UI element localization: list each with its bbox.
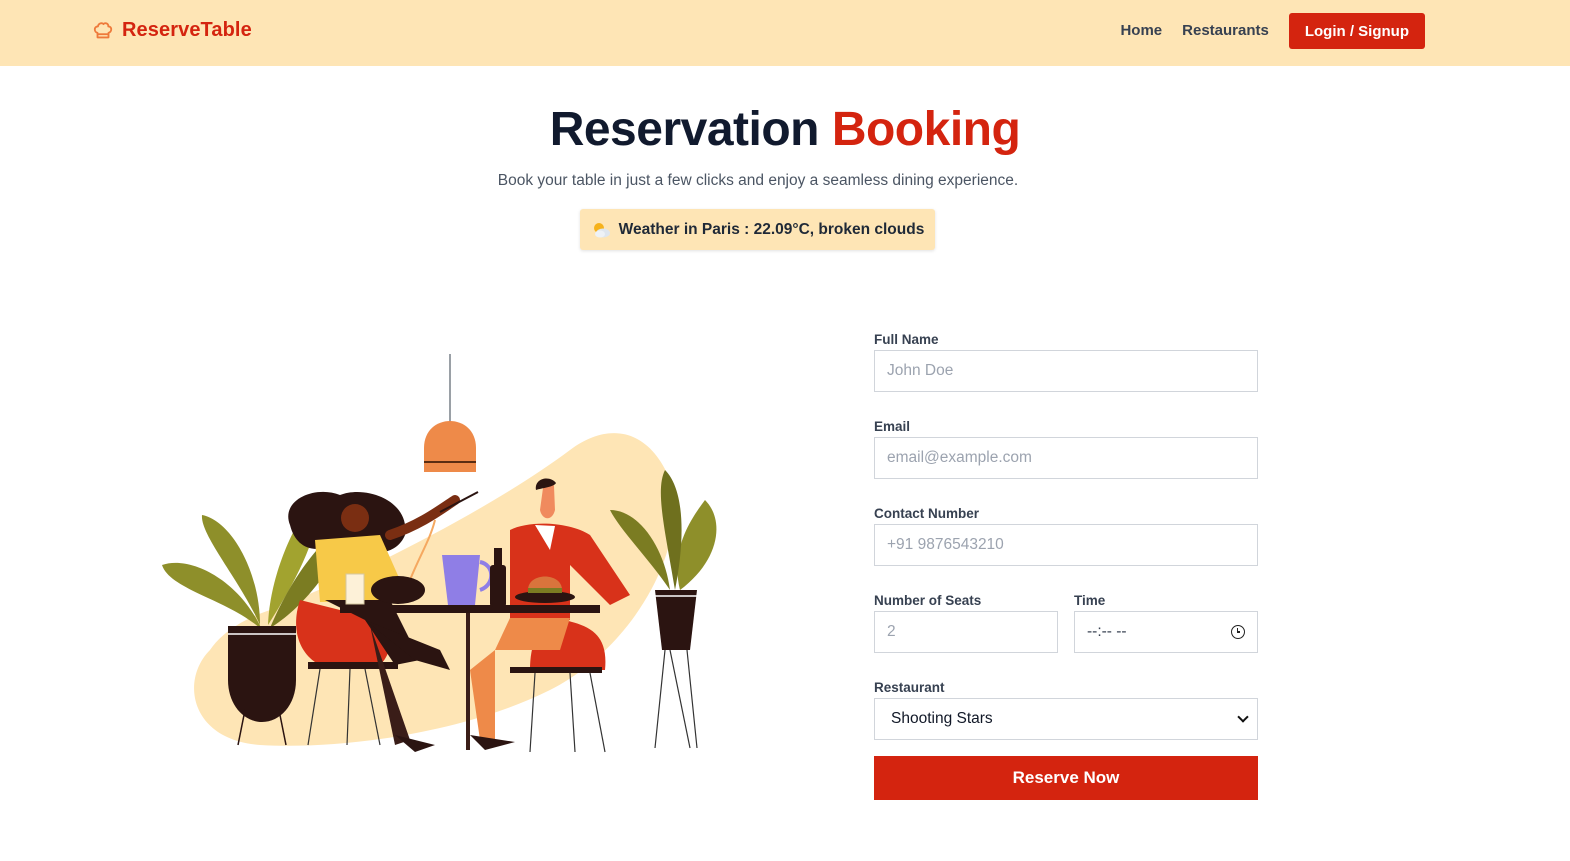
nav-restaurants-link[interactable]: Restaurants	[1182, 13, 1269, 49]
full-name-input[interactable]: John Doe	[874, 350, 1258, 392]
reserve-now-button[interactable]: Reserve Now	[874, 756, 1258, 800]
main-nav: Home Restaurants Login / Signup	[1120, 13, 1425, 49]
weather-badge: Weather in Paris : 22.09°C, broken cloud…	[580, 209, 935, 250]
page-title: Reservation Booking	[0, 102, 1570, 157]
page-title-accent: Booking	[831, 103, 1021, 156]
restaurant-label: Restaurant	[874, 680, 945, 695]
brand-logo[interactable]: ReserveTable	[92, 19, 252, 42]
contact-label: Contact Number	[874, 506, 980, 521]
dining-illustration	[162, 354, 717, 753]
restaurant-selected: Shooting Stars	[891, 710, 993, 727]
clock-icon[interactable]	[1231, 625, 1245, 639]
time-group: Time --:-- --	[1074, 591, 1258, 653]
page-subtitle: Book your table in just a few clicks and…	[497, 172, 1019, 189]
full-name-label: Full Name	[874, 332, 939, 347]
restaurant-group: Restaurant Shooting Stars	[874, 678, 1258, 740]
time-input[interactable]: --:-- --	[1074, 611, 1258, 653]
weather-text: Weather in Paris : 22.09°C, broken cloud…	[618, 220, 925, 238]
contact-number-input[interactable]: +91 9876543210	[874, 524, 1258, 566]
email-group: Email email@example.com	[874, 417, 1258, 479]
brand-name: ReserveTable	[122, 19, 252, 41]
page-title-main: Reservation	[549, 103, 820, 156]
email-input[interactable]: email@example.com	[874, 437, 1258, 479]
restaurant-select[interactable]: Shooting Stars	[874, 698, 1258, 740]
seats-group: Number of Seats 2	[874, 591, 1058, 653]
chef-hat-icon	[93, 21, 113, 38]
seats-input[interactable]: 2	[874, 611, 1058, 653]
seats-time-row: Number of Seats 2 Time --:-- --	[874, 591, 1258, 653]
nav-home-link[interactable]: Home	[1120, 13, 1162, 49]
time-label: Time	[1074, 593, 1106, 608]
top-navbar: ReserveTable Home Restaurants Login / Si…	[0, 0, 1570, 66]
seats-label: Number of Seats	[874, 593, 982, 608]
reservation-form: Full Name John Doe Email email@example.c…	[874, 330, 1258, 800]
login-signup-button[interactable]: Login / Signup	[1288, 13, 1425, 49]
email-label: Email	[874, 419, 911, 434]
full-name-group: Full Name John Doe	[874, 330, 1258, 392]
chevron-down-icon	[1237, 711, 1249, 723]
contact-group: Contact Number +91 9876543210	[874, 504, 1258, 566]
time-value: --:-- --	[1087, 623, 1127, 640]
partly-cloudy-icon	[593, 222, 610, 237]
